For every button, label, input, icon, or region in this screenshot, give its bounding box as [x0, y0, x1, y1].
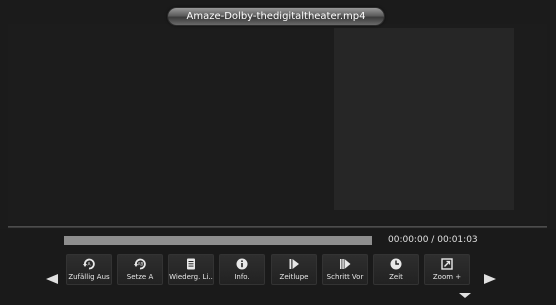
shuffle-label: Zufällig Aus [68, 273, 110, 281]
playlist-icon [184, 257, 198, 271]
playlist-label: Wiederg. Li.. [169, 273, 213, 281]
shuffle-button[interactable]: A Zufällig Aus [66, 254, 112, 285]
file-title: Amaze-Dolby-thedigitaltheater.mp4 [186, 11, 366, 22]
divider [8, 226, 547, 228]
zoom-in-button[interactable]: Zoom + [424, 254, 470, 285]
info-label: Info. [234, 273, 250, 281]
svg-text:AB: AB [138, 262, 144, 267]
zoom-icon [440, 257, 454, 271]
current-time: 00:00:00 [388, 235, 429, 245]
shuffle-icon: A [82, 257, 96, 271]
repeat-ab-icon: AB [133, 257, 147, 271]
total-time: 00:01:03 [437, 235, 478, 245]
set-a-label: Setze A [126, 273, 154, 281]
time-readout: 00:00:00 / 00:01:03 [388, 235, 478, 245]
next-page-arrow-icon[interactable] [484, 274, 496, 284]
set-a-button[interactable]: AB Setze A [117, 254, 163, 285]
time-button[interactable]: Zeit [373, 254, 419, 285]
slow-motion-button[interactable]: Zeitlupe [271, 254, 317, 285]
step-forward-label: Schritt Vor [326, 273, 364, 281]
video-preview-panel [334, 28, 514, 210]
info-button[interactable]: Info. [219, 254, 265, 285]
svg-text:A: A [87, 262, 91, 268]
expand-down-arrow-icon[interactable] [459, 293, 471, 298]
previous-page-arrow-icon[interactable] [46, 274, 58, 284]
title-bar: Amaze-Dolby-thedigitaltheater.mp4 [168, 8, 384, 25]
time-separator: / [431, 235, 435, 245]
time-label: Zeit [389, 273, 403, 281]
slow-motion-icon [287, 257, 301, 271]
zoom-in-label: Zoom + [432, 273, 462, 281]
playlist-button[interactable]: Wiederg. Li.. [168, 254, 214, 285]
step-forward-button[interactable]: Schritt Vor [322, 254, 368, 285]
info-icon [235, 257, 249, 271]
progress-bar[interactable] [64, 236, 372, 245]
step-forward-icon [338, 257, 352, 271]
clock-icon [389, 257, 403, 271]
slow-motion-label: Zeitlupe [279, 273, 309, 281]
